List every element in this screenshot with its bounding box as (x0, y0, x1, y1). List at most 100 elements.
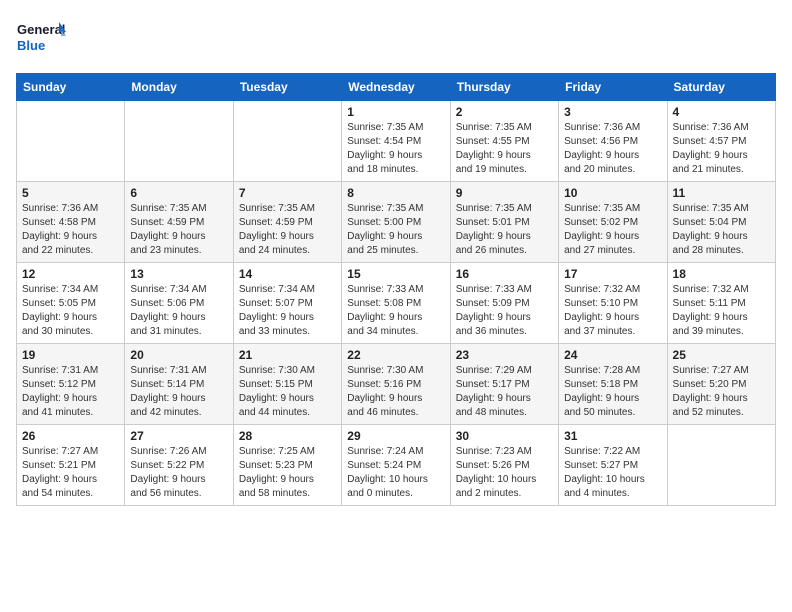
day-number: 26 (22, 429, 119, 443)
day-number: 4 (673, 105, 770, 119)
calendar-cell: 4Sunrise: 7:36 AMSunset: 4:57 PMDaylight… (667, 101, 775, 182)
col-header-thursday: Thursday (450, 74, 558, 101)
day-number: 6 (130, 186, 227, 200)
day-info: Sunrise: 7:33 AMSunset: 5:08 PMDaylight:… (347, 283, 444, 339)
day-number: 7 (239, 186, 336, 200)
day-info: Sunrise: 7:29 AMSunset: 5:17 PMDaylight:… (456, 364, 553, 420)
calendar-cell: 3Sunrise: 7:36 AMSunset: 4:56 PMDaylight… (559, 101, 667, 182)
day-number: 24 (564, 348, 661, 362)
calendar-cell: 5 Sunrise: 7:36 AMSunset: 4:58 PMDaylight… (17, 182, 125, 263)
day-number: 18 (673, 267, 770, 281)
calendar-cell (233, 101, 341, 182)
day-number: 1 (347, 105, 444, 119)
day-info: Sunrise: 7:36 AMSunset: 4:58 PMDaylight:… (22, 202, 119, 258)
day-info: Sunrise: 7:33 AMSunset: 5:09 PMDaylight:… (456, 283, 553, 339)
day-info: Sunrise: 7:35 AMSunset: 5:01 PMDaylight:… (456, 202, 553, 258)
calendar-table: SundayMondayTuesdayWednesdayThursdayFrid… (16, 73, 776, 506)
calendar-cell: 13Sunrise: 7:34 AMSunset: 5:06 PMDayligh… (125, 263, 233, 344)
calendar-cell: 11Sunrise: 7:35 AMSunset: 5:04 PMDayligh… (667, 182, 775, 263)
calendar-cell: 23 Sunrise: 7:29 AMSunset: 5:17 PMDayligh… (450, 344, 558, 425)
logo-svg: General Blue (16, 16, 66, 61)
calendar-cell: 26 Sunrise: 7:27 AMSunset: 5:21 PMDayligh… (17, 425, 125, 506)
day-number: 2 (456, 105, 553, 119)
day-info: Sunrise: 7:25 AMSunset: 5:23 PMDaylight:… (239, 445, 336, 501)
day-number: 17 (564, 267, 661, 281)
day-number: 27 (130, 429, 227, 443)
day-info: Sunrise: 7:31 AMSunset: 5:14 PMDaylight:… (130, 364, 227, 420)
week-row-5: 26 Sunrise: 7:27 AMSunset: 5:21 PMDayligh… (17, 425, 776, 506)
day-info: Sunrise: 7:30 AMSunset: 5:16 PMDaylight:… (347, 364, 444, 420)
calendar-cell: 24 Sunrise: 7:28 AMSunset: 5:18 PMDayligh… (559, 344, 667, 425)
calendar-cell: 6Sunrise: 7:35 AMSunset: 4:59 PMDaylight… (125, 182, 233, 263)
calendar-cell: 22 Sunrise: 7:30 AMSunset: 5:16 PMDayligh… (342, 344, 450, 425)
day-number: 22 (347, 348, 444, 362)
calendar-cell: 30 Sunrise: 7:23 AMSunset: 5:26 PMDayligh… (450, 425, 558, 506)
day-info: Sunrise: 7:27 AMSunset: 5:21 PMDaylight:… (22, 445, 119, 501)
day-info: Sunrise: 7:32 AMSunset: 5:10 PMDaylight:… (564, 283, 661, 339)
logo: General Blue (16, 16, 66, 61)
day-info: Sunrise: 7:36 AMSunset: 4:56 PMDaylight:… (564, 121, 661, 177)
page-header: General Blue (16, 16, 776, 61)
calendar-cell: 16 Sunrise: 7:33 AMSunset: 5:09 PMDayligh… (450, 263, 558, 344)
day-info: Sunrise: 7:32 AMSunset: 5:11 PMDaylight:… (673, 283, 770, 339)
day-number: 25 (673, 348, 770, 362)
day-number: 19 (22, 348, 119, 362)
week-row-4: 19Sunrise: 7:31 AMSunset: 5:12 PMDayligh… (17, 344, 776, 425)
calendar-cell: 18 Sunrise: 7:32 AMSunset: 5:11 PMDayligh… (667, 263, 775, 344)
day-info: Sunrise: 7:35 AMSunset: 4:54 PMDaylight:… (347, 121, 444, 177)
day-number: 9 (456, 186, 553, 200)
col-header-friday: Friday (559, 74, 667, 101)
calendar-cell: 8Sunrise: 7:35 AMSunset: 5:00 PMDaylight… (342, 182, 450, 263)
day-info: Sunrise: 7:28 AMSunset: 5:18 PMDaylight:… (564, 364, 661, 420)
day-number: 21 (239, 348, 336, 362)
day-number: 31 (564, 429, 661, 443)
day-info: Sunrise: 7:30 AMSunset: 5:15 PMDaylight:… (239, 364, 336, 420)
day-number: 29 (347, 429, 444, 443)
calendar-cell: 25 Sunrise: 7:27 AMSunset: 5:20 PMDayligh… (667, 344, 775, 425)
calendar-cell: 14Sunrise: 7:34 AMSunset: 5:07 PMDayligh… (233, 263, 341, 344)
col-header-saturday: Saturday (667, 74, 775, 101)
calendar-cell: 1 Sunrise: 7:35 AMSunset: 4:54 PMDaylight… (342, 101, 450, 182)
calendar-cell: 17 Sunrise: 7:32 AMSunset: 5:10 PMDayligh… (559, 263, 667, 344)
day-info: Sunrise: 7:35 AMSunset: 4:55 PMDaylight:… (456, 121, 553, 177)
day-number: 30 (456, 429, 553, 443)
day-number: 28 (239, 429, 336, 443)
day-info: Sunrise: 7:34 AMSunset: 5:05 PMDaylight:… (22, 283, 119, 339)
day-info: Sunrise: 7:35 AMSunset: 4:59 PMDaylight:… (239, 202, 336, 258)
day-info: Sunrise: 7:34 AMSunset: 5:06 PMDaylight:… (130, 283, 227, 339)
calendar-cell: 12Sunrise: 7:34 AMSunset: 5:05 PMDayligh… (17, 263, 125, 344)
day-info: Sunrise: 7:35 AMSunset: 5:04 PMDaylight:… (673, 202, 770, 258)
week-row-2: 5 Sunrise: 7:36 AMSunset: 4:58 PMDaylight… (17, 182, 776, 263)
day-number: 15 (347, 267, 444, 281)
calendar-cell: 19Sunrise: 7:31 AMSunset: 5:12 PMDayligh… (17, 344, 125, 425)
day-number: 23 (456, 348, 553, 362)
day-info: Sunrise: 7:27 AMSunset: 5:20 PMDaylight:… (673, 364, 770, 420)
col-header-monday: Monday (125, 74, 233, 101)
calendar-cell: 29 Sunrise: 7:24 AMSunset: 5:24 PMDayligh… (342, 425, 450, 506)
week-row-1: 1 Sunrise: 7:35 AMSunset: 4:54 PMDaylight… (17, 101, 776, 182)
calendar-cell (17, 101, 125, 182)
col-header-sunday: Sunday (17, 74, 125, 101)
calendar-cell: 28 Sunrise: 7:25 AMSunset: 5:23 PMDayligh… (233, 425, 341, 506)
calendar-cell (667, 425, 775, 506)
day-number: 14 (239, 267, 336, 281)
day-info: Sunrise: 7:24 AMSunset: 5:24 PMDaylight:… (347, 445, 444, 501)
calendar-cell: 21 Sunrise: 7:30 AMSunset: 5:15 PMDayligh… (233, 344, 341, 425)
calendar-cell: 7 Sunrise: 7:35 AMSunset: 4:59 PMDaylight… (233, 182, 341, 263)
day-number: 10 (564, 186, 661, 200)
calendar-cell: 2 Sunrise: 7:35 AMSunset: 4:55 PMDaylight… (450, 101, 558, 182)
calendar-cell: 27 Sunrise: 7:26 AMSunset: 5:22 PMDayligh… (125, 425, 233, 506)
day-number: 5 (22, 186, 119, 200)
day-number: 8 (347, 186, 444, 200)
calendar-cell: 31 Sunrise: 7:22 AMSunset: 5:27 PMDayligh… (559, 425, 667, 506)
calendar-cell: 10 Sunrise: 7:35 AMSunset: 5:02 PMDayligh… (559, 182, 667, 263)
day-info: Sunrise: 7:26 AMSunset: 5:22 PMDaylight:… (130, 445, 227, 501)
day-number: 20 (130, 348, 227, 362)
day-info: Sunrise: 7:22 AMSunset: 5:27 PMDaylight:… (564, 445, 661, 501)
day-info: Sunrise: 7:35 AMSunset: 5:02 PMDaylight:… (564, 202, 661, 258)
calendar-cell: 9 Sunrise: 7:35 AMSunset: 5:01 PMDaylight… (450, 182, 558, 263)
calendar-cell (125, 101, 233, 182)
week-row-3: 12Sunrise: 7:34 AMSunset: 5:05 PMDayligh… (17, 263, 776, 344)
day-number: 16 (456, 267, 553, 281)
day-info: Sunrise: 7:23 AMSunset: 5:26 PMDaylight:… (456, 445, 553, 501)
